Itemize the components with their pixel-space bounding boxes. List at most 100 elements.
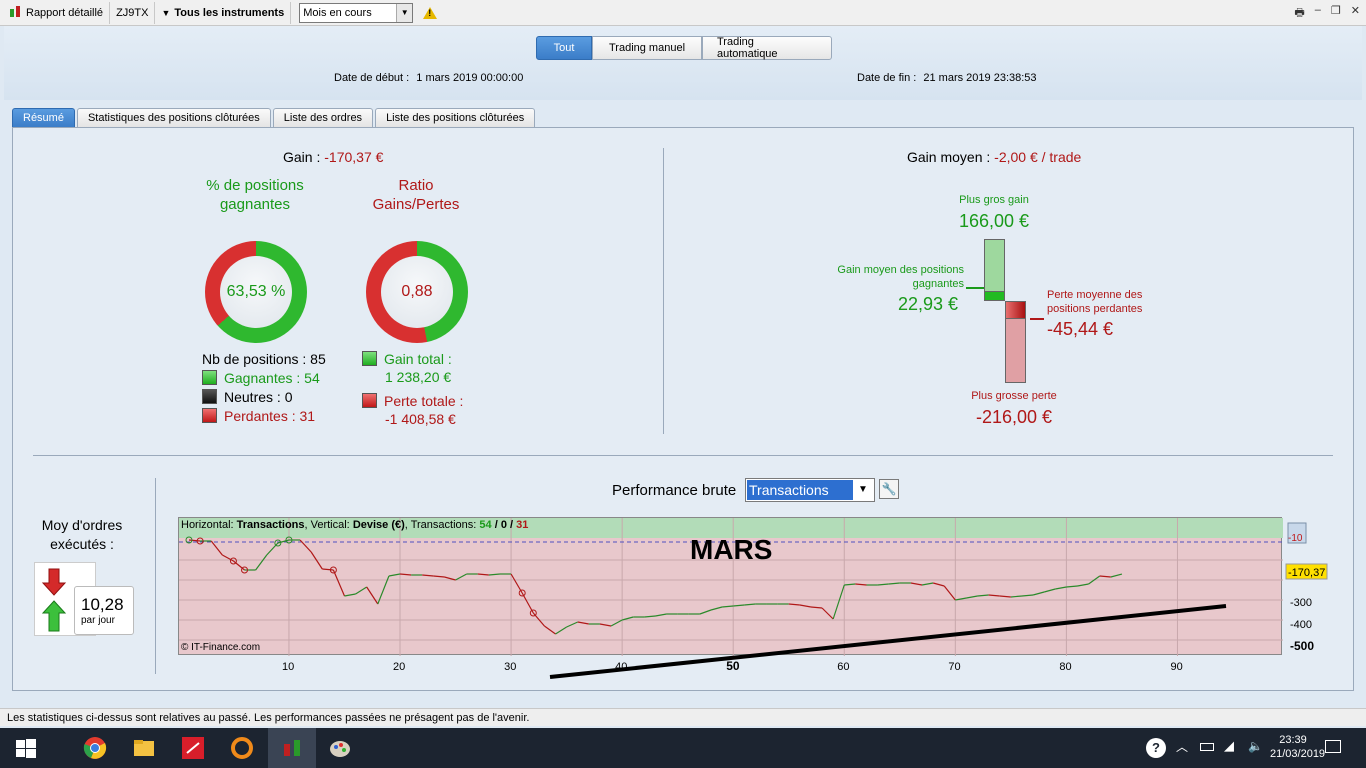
line-segment <box>722 605 734 608</box>
info-h-label: Horizontal: <box>181 519 234 531</box>
paint-icon[interactable] <box>328 736 352 760</box>
gain-value: -170,37 € <box>324 149 384 165</box>
performance-title: Performance brute <box>612 482 737 499</box>
print-icon[interactable]: 🖶 <box>1294 4 1304 23</box>
current-value: -170,37 <box>1288 567 1325 579</box>
close-icon[interactable]: ✕ <box>1351 4 1360 23</box>
line-segment <box>610 619 623 627</box>
line-segment <box>433 575 445 578</box>
line-segment <box>999 595 1011 598</box>
tab-summary[interactable]: Résumé <box>12 108 75 127</box>
avg-gain-label: Gain moyen : <box>907 149 991 165</box>
red-square-icon <box>202 408 217 423</box>
green-square-icon <box>202 370 217 385</box>
notification-icon[interactable] <box>1325 740 1341 753</box>
total-loss-item: Perte totale : <box>362 392 463 410</box>
line-segment <box>977 594 989 597</box>
line-segment <box>844 583 856 586</box>
toolbar: Rapport détaillé ZJ9TX ▼ Tous les instru… <box>0 0 1366 26</box>
clock-date: 21/03/2019 <box>1270 748 1326 760</box>
help-icon[interactable]: ? <box>1146 738 1166 758</box>
account-label[interactable]: ZJ9TX <box>110 1 156 24</box>
y-tick-label: -10 <box>1288 533 1303 544</box>
chrome-icon[interactable] <box>83 736 107 760</box>
instruments-dropdown[interactable]: ▼ Tous les instruments <box>155 1 292 24</box>
mode-tab-manual[interactable]: Trading manuel <box>592 36 702 60</box>
tab-orders[interactable]: Liste des ordres <box>272 108 374 127</box>
mode-tab-all[interactable]: Tout <box>536 36 592 60</box>
restore-icon[interactable]: ❐ <box>1331 4 1341 23</box>
volume-icon[interactable]: 🔈 <box>1248 739 1263 753</box>
performance-select[interactable]: Transactions ▼ <box>745 478 875 502</box>
tab-closed-positions[interactable]: Liste des positions clôturées <box>375 108 536 127</box>
line-segment <box>599 623 612 627</box>
x-tick-label: 80 <box>1059 661 1071 673</box>
wrench-icon[interactable]: 🔧 <box>879 479 899 499</box>
battery-icon[interactable] <box>1200 743 1214 751</box>
line-segment <box>810 606 823 609</box>
y-tick-label: -300 <box>1290 597 1312 609</box>
end-date-value: 21 mars 2019 23:38:53 <box>923 72 1037 84</box>
arrow-right-icon <box>966 287 984 289</box>
line-segment <box>1021 594 1034 597</box>
line-segment <box>332 569 346 597</box>
clock-time: 23:39 <box>1279 734 1307 746</box>
minimize-icon[interactable]: – <box>1315 4 1321 23</box>
start-date: Date de début : 1 mars 2019 00:00:00 <box>334 72 523 84</box>
line-segment <box>1044 588 1056 593</box>
avg-gain-value: -2,00 € / trade <box>994 149 1082 165</box>
end-date-label: Date de fin : <box>857 72 917 84</box>
mode-tabs: Tout Trading manuel Trading automatique <box>536 36 832 60</box>
line-segment <box>399 573 412 576</box>
warning-icon[interactable] <box>423 6 438 19</box>
line-segment <box>1077 583 1089 587</box>
windows-start-icon[interactable] <box>14 736 38 760</box>
line-segment <box>577 621 589 625</box>
y-axis: -10 -170,37 -300 -400 -500 <box>1285 522 1328 653</box>
line-segment <box>566 621 578 628</box>
file-explorer-icon[interactable] <box>132 736 156 760</box>
avg-win-value: 22,93 € <box>898 294 959 314</box>
info-v-label: , Vertical: <box>304 519 350 531</box>
wifi-icon[interactable]: ◢ <box>1224 738 1234 754</box>
window-controls: 🖶 – ❐ ✕ <box>1294 4 1360 23</box>
orders-value-box: 10,28 par jour <box>74 586 134 635</box>
biggest-loss-label: Plus grosse perte <box>971 390 1057 402</box>
tab-closed-stats[interactable]: Statistiques des positions clôturées <box>76 108 271 127</box>
line-segment <box>255 554 268 571</box>
nb-positions: Nb de positions : 85 <box>202 351 326 367</box>
candlestick-icon <box>10 5 22 20</box>
line-segment <box>699 609 712 615</box>
line-segment <box>1010 595 1023 598</box>
line-segment <box>233 560 245 571</box>
chevron-down-icon: ▼ <box>858 484 868 495</box>
line-segment <box>855 583 867 586</box>
avg-win-label: Gain moyen des positions gagnantes <box>837 264 964 290</box>
period-select[interactable]: Mois en cours ▼ <box>299 2 414 23</box>
line-segment <box>966 595 978 599</box>
line-segment <box>1066 585 1078 588</box>
mode-tab-auto[interactable]: Trading automatique <box>702 36 832 60</box>
ratio-donut: 0,88 <box>366 241 468 343</box>
clock[interactable]: 23:39 21/03/2019 <box>1270 733 1326 761</box>
detailed-report-button[interactable]: Rapport détaillé <box>4 1 111 24</box>
line-segment <box>422 574 434 577</box>
trading-app-icon[interactable] <box>280 736 304 760</box>
line-segment <box>544 625 556 635</box>
line-segment <box>488 573 501 576</box>
app-ring-icon[interactable] <box>230 736 254 760</box>
bank-app-icon[interactable] <box>181 736 205 760</box>
line-segment <box>477 573 489 576</box>
line-segment <box>322 568 334 571</box>
orders-unit: par jour <box>81 615 115 626</box>
neutral-item: Neutres : 0 <box>202 388 326 407</box>
line-segment <box>388 573 401 577</box>
line-segment <box>355 586 368 595</box>
period-select-value: Mois en cours <box>303 6 372 19</box>
info-v-value: Devise (€) <box>352 519 405 531</box>
chevron-down-icon: ▼ <box>396 3 413 22</box>
total-gain-item: Gain total : <box>362 350 463 368</box>
chevron-up-icon[interactable]: ︿ <box>1176 738 1188 755</box>
gain-summary: Gain : -170,37 € <box>283 149 383 165</box>
instruments-label: Tous les instruments <box>174 6 285 19</box>
